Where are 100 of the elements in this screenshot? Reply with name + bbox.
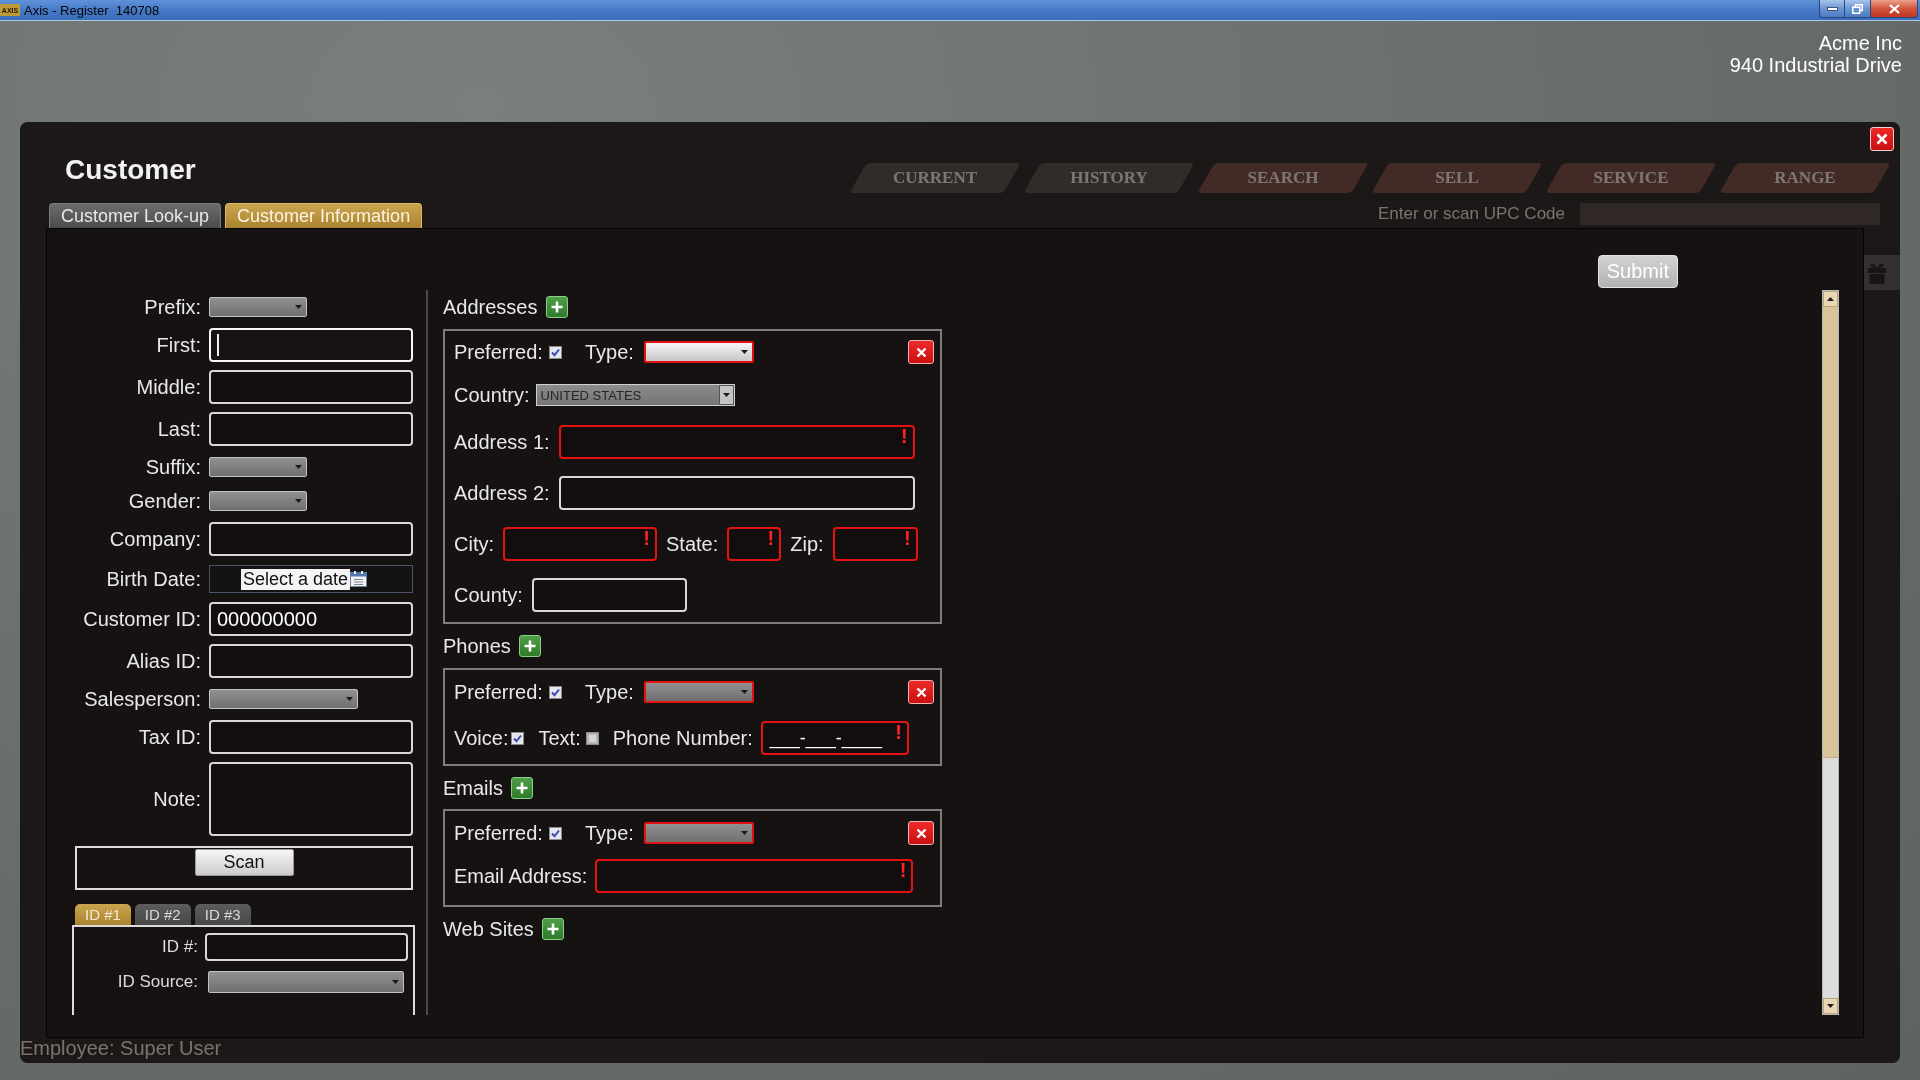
field-label: Address 2:	[454, 481, 550, 505]
field-label: Middle:	[135, 375, 201, 399]
dialog-tab[interactable]: Customer Look-up	[49, 203, 222, 228]
field-label: City:	[454, 532, 494, 556]
scrollbar[interactable]	[1822, 290, 1839, 1015]
field-label: Type:	[584, 340, 634, 364]
id-tab[interactable]: ID #2	[134, 904, 191, 925]
delete-button[interactable]	[908, 340, 934, 364]
caret-icon	[295, 465, 302, 469]
date-field[interactable]: Select a date	[209, 565, 413, 593]
field-label: Preferred:	[454, 340, 543, 364]
window-title: Axis - Register 140708	[24, 2, 160, 18]
checkbox[interactable]	[585, 731, 599, 745]
text-field[interactable]	[209, 644, 413, 678]
field-label: Voice:	[454, 726, 509, 750]
plus-icon	[516, 782, 528, 794]
employee-status: Employee: Super User	[20, 1036, 222, 1060]
text-field[interactable]	[209, 720, 413, 754]
nav-tab[interactable]: SERVICE	[1546, 163, 1716, 193]
field-label: Note:	[152, 787, 201, 811]
field-label: Zip:	[790, 532, 824, 556]
dropdown[interactable]	[643, 341, 754, 363]
dropdown[interactable]	[209, 689, 358, 709]
text-field[interactable]	[205, 933, 408, 961]
nav-tab[interactable]: CURRENT	[850, 163, 1020, 193]
add-button[interactable]	[545, 296, 568, 318]
required-mark: !	[900, 427, 908, 445]
dropdown[interactable]	[209, 457, 307, 477]
text-field[interactable]	[531, 578, 687, 612]
text-field[interactable]	[209, 412, 413, 446]
nav-tab[interactable]: RANGE	[1720, 163, 1890, 193]
add-button[interactable]	[511, 777, 533, 799]
nav-tab[interactable]: SELL	[1372, 163, 1542, 193]
checkbox[interactable]	[548, 685, 562, 699]
nav-tab[interactable]: HISTORY	[1024, 163, 1194, 193]
dialog-tab[interactable]: Customer Information	[225, 203, 423, 228]
text-field[interactable]	[209, 370, 413, 404]
nav-tab[interactable]: SEARCH	[1198, 163, 1368, 193]
field-label: Suffix:	[144, 455, 201, 479]
restore-button[interactable]	[1845, 0, 1871, 18]
scan-button[interactable]: Scan	[194, 849, 294, 876]
add-button[interactable]	[541, 918, 564, 940]
id-tab[interactable]: ID #3	[194, 904, 251, 925]
field-label: Preferred:	[454, 821, 543, 845]
checkbox[interactable]	[548, 345, 562, 359]
field-label: Gender:	[127, 489, 201, 513]
minimize-button[interactable]	[1819, 0, 1845, 18]
field-label: Prefix:	[143, 295, 201, 319]
country-dropdown[interactable]: UNITED STATES	[535, 384, 735, 406]
section-heading: Phones	[443, 634, 511, 658]
x-icon	[915, 827, 927, 839]
text-field[interactable]	[558, 476, 915, 510]
delete-button[interactable]	[908, 821, 934, 845]
field-label: Company:	[108, 527, 201, 551]
required-mark: !	[767, 529, 775, 547]
caret-icon	[295, 305, 302, 309]
dropdown[interactable]	[208, 971, 404, 993]
text-field[interactable]: !	[727, 527, 782, 561]
text-field[interactable]: !	[832, 527, 918, 561]
field-label: ID #:	[161, 937, 198, 957]
plus-icon	[523, 640, 536, 652]
caret-icon	[392, 980, 399, 984]
field-label: Preferred:	[454, 680, 543, 704]
section-heading: Emails	[443, 776, 503, 800]
scroll-up-icon[interactable]	[1823, 291, 1838, 307]
text-field[interactable]: !	[558, 425, 915, 459]
required-mark: !	[643, 529, 650, 547]
field-label: Address 1:	[454, 430, 550, 454]
section-heading: Web Sites	[443, 917, 534, 941]
add-button[interactable]	[518, 635, 541, 657]
text-area[interactable]	[209, 762, 413, 836]
required-mark: !	[895, 723, 902, 741]
dialog-title: Customer	[65, 153, 196, 187]
checkbox[interactable]	[548, 826, 562, 840]
text-field[interactable]: 000000000	[209, 602, 413, 636]
calendar-icon[interactable]	[350, 571, 368, 587]
x-icon	[915, 346, 927, 358]
dropdown[interactable]	[209, 297, 307, 317]
caret-icon	[295, 499, 302, 503]
phone-field[interactable]: ___-___-____ !	[760, 721, 909, 755]
dropdown[interactable]	[209, 491, 307, 511]
caret-icon	[740, 690, 748, 694]
field-label: County:	[454, 583, 523, 607]
field-label: ID Source:	[116, 972, 198, 992]
caret-icon	[740, 831, 748, 835]
close-button[interactable]	[1870, 127, 1894, 151]
upc-prompt: Enter or scan UPC Code	[1377, 204, 1565, 224]
text-field[interactable]: !	[503, 527, 657, 561]
scroll-down-icon[interactable]	[1823, 998, 1838, 1014]
select-date-button[interactable]: Select a date	[241, 568, 351, 590]
email-field[interactable]: !	[595, 859, 914, 893]
field-label: Alias ID:	[125, 649, 201, 673]
close-icon	[1876, 133, 1888, 145]
close-window-button[interactable]	[1871, 0, 1918, 18]
text-field[interactable]	[209, 522, 413, 556]
field-label: Customer ID:	[82, 607, 201, 631]
restore-icon	[1852, 3, 1863, 14]
delete-button[interactable]	[908, 680, 934, 704]
scroll-thumb[interactable]	[1823, 307, 1838, 758]
checkbox[interactable]	[511, 731, 525, 745]
